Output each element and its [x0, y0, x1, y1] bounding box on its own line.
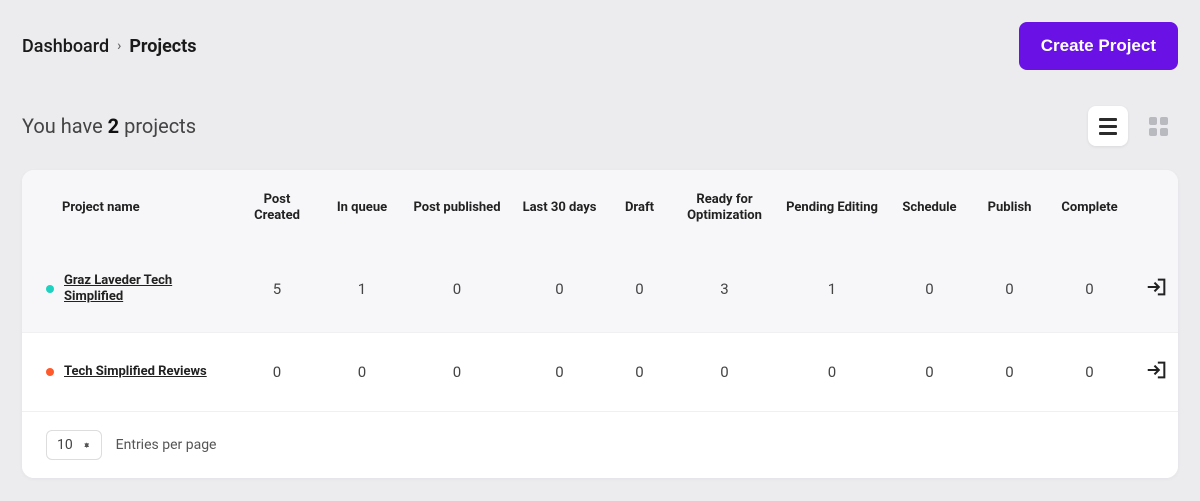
cell-draft: 0: [607, 247, 672, 333]
grid-view-button[interactable]: [1138, 106, 1178, 146]
cell-post-created: 5: [232, 247, 322, 333]
cell-complete: 0: [1047, 247, 1132, 333]
col-draft: Draft: [607, 170, 672, 247]
projects-table: Project name Post Created In queue Post …: [22, 170, 1178, 478]
cell-ready-opt: 0: [672, 333, 777, 412]
cell-in-queue: 1: [322, 247, 402, 333]
cell-post-published: 0: [402, 333, 512, 412]
col-post-published: Post published: [402, 170, 512, 247]
cell-complete: 0: [1047, 333, 1132, 412]
breadcrumb-root[interactable]: Dashboard: [22, 36, 109, 57]
breadcrumb-separator-icon: ›: [117, 38, 121, 54]
col-complete: Complete: [1047, 170, 1132, 247]
stepper-icon: ▲▼: [83, 445, 91, 446]
table-header-row: Project name Post Created In queue Post …: [22, 170, 1178, 247]
list-icon: [1099, 118, 1117, 135]
table-footer: 10 ▲▼ Entries per page: [22, 412, 1178, 479]
cell-post-created: 0: [232, 333, 322, 412]
cell-post-published: 0: [402, 247, 512, 333]
cell-publish: 0: [972, 333, 1047, 412]
page-size-select[interactable]: 10 ▲▼: [46, 430, 102, 460]
open-project-icon[interactable]: [1146, 359, 1168, 381]
grid-icon: [1149, 117, 1168, 136]
col-pending-edit: Pending Editing: [777, 170, 887, 247]
project-link[interactable]: Tech Simplified Reviews: [64, 364, 207, 381]
breadcrumb: Dashboard › Projects: [22, 36, 197, 57]
col-action: [1132, 170, 1178, 247]
cell-last-30: 0: [512, 247, 607, 333]
col-last-30: Last 30 days: [512, 170, 607, 247]
cell-draft: 0: [607, 333, 672, 412]
col-publish: Publish: [972, 170, 1047, 247]
cell-pending-edit: 0: [777, 333, 887, 412]
projects-table-card: Project name Post Created In queue Post …: [22, 170, 1178, 478]
status-dot: [46, 368, 54, 376]
list-view-button[interactable]: [1088, 106, 1128, 146]
table-row: Tech Simplified Reviews 0 0 0 0 0 0 0 0 …: [22, 333, 1178, 412]
cell-schedule: 0: [887, 247, 972, 333]
cell-in-queue: 0: [322, 333, 402, 412]
page-size-value: 10: [57, 437, 73, 453]
view-toggle: [1088, 106, 1178, 146]
cell-publish: 0: [972, 247, 1047, 333]
col-ready-opt: Ready for Optimization: [672, 170, 777, 247]
col-schedule: Schedule: [887, 170, 972, 247]
page-size-label: Entries per page: [116, 437, 217, 453]
col-in-queue: In queue: [322, 170, 402, 247]
project-link[interactable]: Graz Laveder Tech Simplified: [64, 273, 224, 307]
status-dot: [46, 285, 54, 293]
col-project-name: Project name: [22, 170, 232, 247]
cell-schedule: 0: [887, 333, 972, 412]
open-project-icon[interactable]: [1146, 276, 1168, 298]
cell-ready-opt: 3: [672, 247, 777, 333]
col-post-created: Post Created: [232, 170, 322, 247]
cell-last-30: 0: [512, 333, 607, 412]
cell-pending-edit: 1: [777, 247, 887, 333]
project-count-text: You have 2 projects: [22, 114, 196, 138]
breadcrumb-current: Projects: [129, 36, 196, 57]
create-project-button[interactable]: Create Project: [1019, 22, 1178, 70]
table-row: Graz Laveder Tech Simplified 5 1 0 0 0 3…: [22, 247, 1178, 333]
